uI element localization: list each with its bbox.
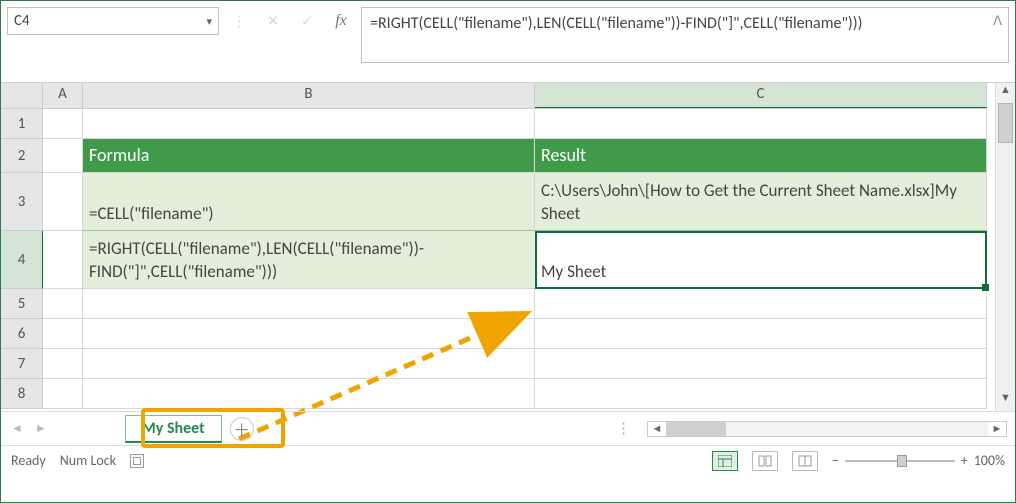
tab-options-icon[interactable]: ⋮: [616, 419, 633, 438]
zoom-value[interactable]: 100%: [974, 452, 1005, 469]
cell-b5[interactable]: [83, 289, 535, 319]
zoom-control[interactable]: − + 100%: [832, 452, 1005, 469]
enter-icon[interactable]: ✓: [293, 7, 321, 35]
cell-c5[interactable]: [535, 289, 987, 319]
cell-b6[interactable]: [83, 319, 535, 349]
cell-a2[interactable]: [43, 139, 83, 173]
spreadsheet-grid[interactable]: A B C 1 2 Formula Result 3 =CELL("filena…: [1, 83, 987, 411]
row-header-7[interactable]: 7: [1, 349, 43, 379]
zoom-out-icon[interactable]: −: [832, 452, 839, 469]
add-sheet-button[interactable]: ＋: [230, 417, 254, 441]
cell-a7[interactable]: [43, 349, 83, 379]
sheet-tab-active[interactable]: My Sheet: [125, 415, 222, 443]
vertical-scrollbar[interactable]: ▲ ▼: [995, 83, 1015, 411]
dropdown-icon[interactable]: ▾: [206, 15, 212, 28]
formula-bar: C4 ▾ ⋮ ✕ ✓ fx =RIGHT(CELL("filename"),LE…: [1, 1, 1015, 83]
hscroll-left-icon[interactable]: ◄: [648, 422, 666, 435]
scroll-down-icon[interactable]: ▼: [996, 391, 1015, 411]
vscroll-thumb[interactable]: [998, 103, 1013, 143]
zoom-slider[interactable]: [845, 460, 955, 462]
cell-a8[interactable]: [43, 379, 83, 409]
row-header-5[interactable]: 5: [1, 289, 43, 319]
row-header-1[interactable]: 1: [1, 109, 43, 139]
hscroll-thumb[interactable]: [666, 422, 726, 436]
cancel-icon[interactable]: ✕: [259, 7, 287, 35]
row-header-3[interactable]: 3: [1, 173, 43, 231]
macro-record-icon[interactable]: [130, 454, 144, 468]
cell-b4[interactable]: =RIGHT(CELL("filename"),LEN(CELL("filena…: [83, 231, 535, 289]
row-header-6[interactable]: 6: [1, 319, 43, 349]
cell-b3[interactable]: =CELL("filename"): [83, 173, 535, 231]
hscroll-right-icon[interactable]: ►: [988, 422, 1006, 435]
scroll-up-icon[interactable]: ▲: [996, 83, 1015, 103]
cell-b8[interactable]: [83, 379, 535, 409]
cell-c7[interactable]: [535, 349, 987, 379]
sheet-tab-bar: ◄ ► My Sheet ＋ ⋮ ◄ ►: [1, 411, 1015, 445]
select-all-corner[interactable]: [1, 83, 43, 108]
cell-a6[interactable]: [43, 319, 83, 349]
name-box[interactable]: C4 ▾: [7, 7, 219, 35]
cell-c2[interactable]: Result: [535, 139, 987, 173]
row-header-8[interactable]: 8: [1, 379, 43, 409]
zoom-knob[interactable]: [897, 455, 907, 467]
cell-a1[interactable]: [43, 109, 83, 139]
cell-a5[interactable]: [43, 289, 83, 319]
collapse-formula-bar-icon[interactable]: ᐱ: [993, 12, 1002, 32]
view-page-break-button[interactable]: [792, 451, 818, 471]
formula-input[interactable]: =RIGHT(CELL("filename"),LEN(CELL("filena…: [361, 7, 1009, 63]
cell-c3[interactable]: C:\Users\John\[How to Get the Current Sh…: [535, 173, 987, 231]
formula-text: =RIGHT(CELL("filename"),LEN(CELL("filena…: [370, 14, 862, 33]
col-header-b[interactable]: B: [83, 83, 535, 108]
name-box-value: C4: [14, 12, 30, 30]
customize-icon[interactable]: ⋮: [225, 7, 253, 35]
cell-b7[interactable]: [83, 349, 535, 379]
view-normal-button[interactable]: [712, 451, 738, 471]
cell-c6[interactable]: [535, 319, 987, 349]
zoom-in-icon[interactable]: +: [961, 452, 968, 469]
status-bar: Ready Num Lock − + 100%: [1, 445, 1015, 475]
horizontal-scrollbar[interactable]: ◄ ►: [647, 421, 1007, 437]
cell-a3[interactable]: [43, 173, 83, 231]
fx-icon[interactable]: fx: [327, 7, 355, 35]
tab-prev-icon[interactable]: ◄: [9, 421, 25, 436]
status-numlock: Num Lock: [60, 452, 116, 469]
col-header-c[interactable]: C: [535, 83, 987, 108]
cell-c8[interactable]: [535, 379, 987, 409]
cell-c4[interactable]: My Sheet: [535, 231, 987, 289]
cell-b2[interactable]: Formula: [83, 139, 535, 173]
cell-a4[interactable]: [43, 231, 83, 289]
col-header-a[interactable]: A: [43, 83, 83, 108]
cell-b1[interactable]: [83, 109, 535, 139]
row-header-2[interactable]: 2: [1, 139, 43, 173]
status-ready: Ready: [11, 452, 46, 469]
tab-next-icon[interactable]: ►: [33, 421, 49, 436]
row-header-4[interactable]: 4: [1, 231, 43, 289]
view-page-layout-button[interactable]: [752, 451, 778, 471]
column-headers: A B C: [1, 83, 987, 109]
cell-c1[interactable]: [535, 109, 987, 139]
